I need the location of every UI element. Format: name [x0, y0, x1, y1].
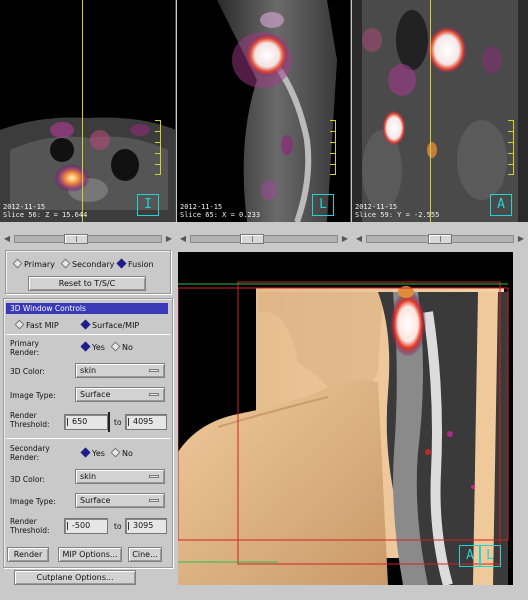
radio-label: Fusion — [128, 260, 154, 269]
radio-icon — [110, 447, 121, 458]
primary-threshold-min[interactable]: 650 — [64, 414, 108, 430]
range-bracket — [108, 412, 110, 432]
radio-icon — [80, 319, 91, 330]
secondary-color-select[interactable]: skin — [75, 469, 165, 484]
radio-icon — [116, 258, 127, 269]
radio-icon — [80, 341, 91, 352]
orientation-marker: L — [479, 545, 501, 567]
coronal-image — [352, 0, 528, 222]
secondary-threshold-max[interactable]: 3095 — [125, 518, 167, 534]
radio-label: Yes — [92, 343, 105, 352]
radio-label: Primary — [24, 260, 55, 269]
secondary-image-type-select[interactable]: Surface — [75, 493, 165, 508]
scale-bar — [506, 120, 514, 175]
orientation-marker: L — [312, 194, 334, 216]
radio-label: Fast MIP — [26, 321, 59, 330]
slider-track[interactable] — [366, 234, 514, 244]
dropdown-icon — [149, 369, 159, 372]
sagittal-viewer[interactable]: 2012-11-15 Slice 65: X = 0.233 L — [177, 0, 351, 222]
axial-image — [0, 117, 175, 222]
axial-slice-slider[interactable]: ◀ ▶ — [2, 232, 174, 246]
radio-surface-mip[interactable]: Surface/MIP — [80, 319, 140, 331]
axial-viewer[interactable]: 2012-11-15 Slice 56: Z = 15.644 I — [0, 0, 176, 222]
radio-icon — [80, 447, 91, 458]
dropdown-icon — [149, 499, 159, 502]
radio-label: No — [122, 449, 133, 458]
slider-track[interactable] — [190, 234, 338, 244]
app-window: 2012-11-15 Slice 56: Z = 15.644 I 2012-1… — [0, 0, 528, 600]
right-arrow-icon[interactable]: ▶ — [516, 233, 526, 245]
render-button[interactable]: Render — [7, 547, 49, 562]
radio-secondary[interactable]: Secondary — [60, 258, 115, 270]
coronal-slice-slider[interactable]: ◀ ▶ — [354, 232, 526, 246]
color-label: 3D Color: — [10, 475, 45, 484]
scale-bar — [153, 120, 161, 175]
radio-icon — [14, 319, 25, 330]
radio-label: Secondary — [72, 260, 115, 269]
primary-threshold-max[interactable]: 4095 — [125, 414, 167, 430]
orientation-marker: A — [490, 194, 512, 216]
divider — [6, 334, 170, 335]
render-3d-image — [178, 252, 513, 585]
cine-button[interactable]: Cine... — [128, 547, 162, 562]
slider-thumb[interactable] — [240, 234, 264, 244]
primary-render-yes[interactable]: Yes — [80, 341, 105, 353]
secondary-render-no[interactable]: No — [110, 447, 133, 459]
select-value: skin — [80, 366, 97, 375]
primary-image-type-select[interactable]: Surface — [75, 387, 165, 402]
slider-thumb[interactable] — [428, 234, 452, 244]
secondary-render-label: Secondary Render: — [10, 444, 50, 462]
primary-render-no[interactable]: No — [110, 341, 133, 353]
mip-options-button[interactable]: MIP Options... — [58, 547, 122, 562]
secondary-threshold-min[interactable]: -500 — [64, 518, 108, 534]
select-value: Surface — [80, 496, 111, 505]
radio-label: Yes — [92, 449, 105, 458]
crosshair-line — [430, 0, 431, 222]
primary-render-label: Primary Render: — [10, 339, 40, 357]
radio-icon — [110, 341, 121, 352]
divider — [6, 438, 170, 439]
primary-color-select[interactable]: skin — [75, 363, 165, 378]
dropdown-icon — [149, 393, 159, 396]
radio-icon — [60, 258, 71, 269]
sagittal-slice-slider[interactable]: ◀ ▶ — [178, 232, 350, 246]
dropdown-icon — [149, 475, 159, 478]
orientation-marker: I — [137, 194, 159, 216]
sagittal-image — [217, 0, 337, 222]
slider-track[interactable] — [14, 234, 162, 244]
slice-info: 2012-11-15 Slice 59: Y = -2.555 — [355, 203, 440, 219]
radio-primary[interactable]: Primary — [12, 258, 55, 270]
select-value: skin — [80, 472, 97, 481]
radio-icon — [12, 258, 23, 269]
color-label: 3D Color: — [10, 367, 45, 376]
to-label: to — [114, 522, 122, 531]
radio-fusion[interactable]: Fusion — [116, 258, 154, 270]
threshold-label: Render Threshold: — [10, 517, 50, 535]
secondary-render-yes[interactable]: Yes — [80, 447, 105, 459]
crosshair-line — [82, 0, 83, 222]
slider-thumb[interactable] — [64, 234, 88, 244]
scale-bar — [328, 120, 336, 175]
right-arrow-icon[interactable]: ▶ — [340, 233, 350, 245]
radio-fast-mip[interactable]: Fast MIP — [14, 319, 59, 331]
slice-info: 2012-11-15 Slice 56: Z = 15.644 — [3, 203, 88, 219]
cutplane-options-button[interactable]: Cutplane Options... — [14, 570, 136, 585]
render-3d-view[interactable]: A L — [178, 252, 513, 585]
radio-label: No — [122, 343, 133, 352]
orientation-marker: A — [459, 545, 481, 567]
slice-info: 2012-11-15 Slice 65: X = 0.233 — [180, 203, 261, 219]
threshold-label: Render Threshold: — [10, 411, 50, 429]
left-arrow-icon[interactable]: ◀ — [2, 233, 12, 245]
left-arrow-icon[interactable]: ◀ — [354, 233, 364, 245]
right-arrow-icon[interactable]: ▶ — [164, 233, 174, 245]
reset-tsc-button[interactable]: Reset to T/S/C — [28, 276, 146, 291]
panel-title: 3D Window Controls — [6, 303, 168, 314]
image-type-label: Image Type: — [10, 497, 56, 506]
to-label: to — [114, 418, 122, 427]
image-type-label: Image Type: — [10, 391, 56, 400]
left-arrow-icon[interactable]: ◀ — [178, 233, 188, 245]
coronal-viewer[interactable]: 2012-11-15 Slice 59: Y = -2.555 A — [352, 0, 528, 222]
select-value: Surface — [80, 390, 111, 399]
radio-label: Surface/MIP — [92, 321, 140, 330]
